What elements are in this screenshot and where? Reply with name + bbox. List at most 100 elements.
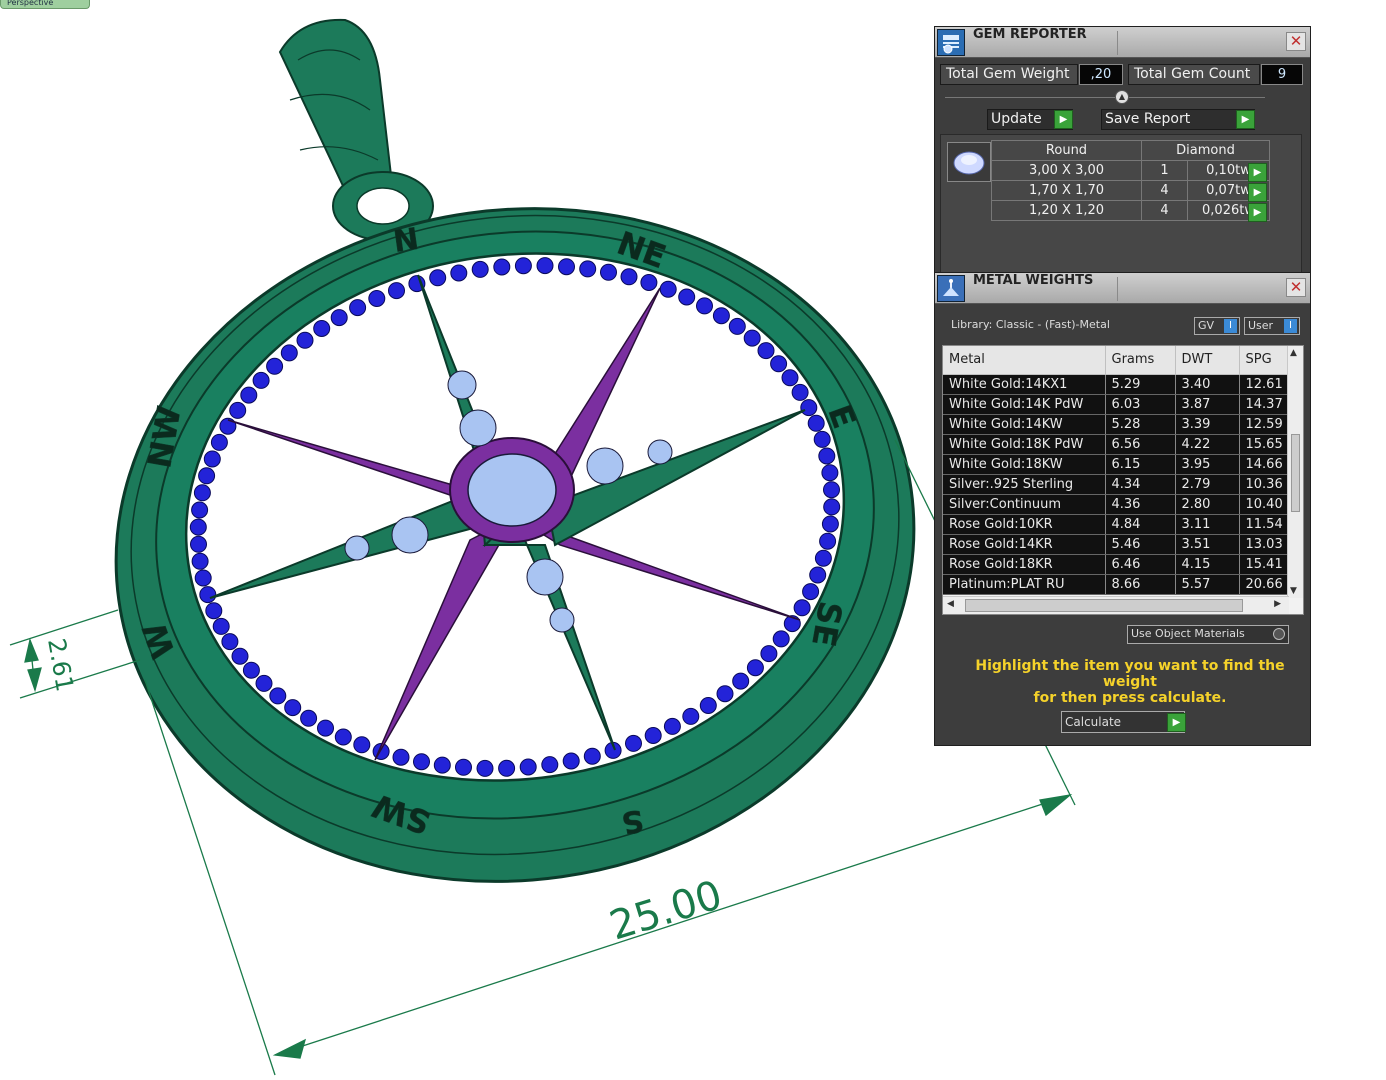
- rim-stone: [252, 371, 270, 389]
- hint-line-2: for then press calculate.: [1033, 690, 1227, 706]
- metal-row[interactable]: Platinum:PLAT RU 8.66 5.57 20.66: [943, 574, 1290, 595]
- col-spg[interactable]: SPG: [1239, 346, 1290, 375]
- metal-dwt: 3.39: [1175, 414, 1240, 435]
- metal-name: Rose Gold:10KR: [943, 514, 1106, 535]
- rim-stone: [498, 759, 516, 777]
- rim-stone: [221, 633, 239, 651]
- rim-stone: [678, 288, 696, 306]
- gv-toggle[interactable]: GV I: [1194, 317, 1240, 335]
- rim-stone: [194, 569, 212, 587]
- rim-stone: [368, 290, 386, 307]
- rim-stone: [210, 433, 228, 451]
- metal-dwt: 3.95: [1175, 454, 1240, 475]
- rim-stone: [716, 685, 734, 703]
- gem-reporter-panel: GEM REPORTER ✕ Total Gem Weight ,20 Tota…: [934, 26, 1311, 276]
- metal-row[interactable]: White Gold:14K PdW 6.03 3.87 14.37: [943, 394, 1290, 415]
- vertical-scrollbar[interactable]: ▲ ▼: [1287, 346, 1303, 598]
- gem-reporter-titlebar[interactable]: GEM REPORTER ✕: [935, 27, 1310, 58]
- gem-col-shape: Round: [991, 140, 1142, 161]
- metal-row[interactable]: Rose Gold:14KR 5.46 3.51 13.03: [943, 534, 1290, 555]
- bail: [278, 18, 434, 241]
- metal-dwt: 3.51: [1175, 534, 1240, 555]
- rim-stone: [229, 401, 247, 419]
- save-report-button[interactable]: Save Report: [1101, 109, 1255, 130]
- rim-stone: [781, 369, 799, 387]
- rim-stone: [203, 450, 221, 468]
- rim-stone: [625, 734, 642, 752]
- metal-dwt: 2.79: [1175, 474, 1240, 495]
- close-icon[interactable]: ✕: [1286, 32, 1306, 51]
- metal-row[interactable]: White Gold:14KX1 5.29 3.40 12.61: [943, 374, 1290, 395]
- gem-row[interactable]: 1,20 X 1,20 4 0,026tw: [991, 200, 1270, 221]
- scroll-right-icon[interactable]: ▶: [1274, 599, 1281, 609]
- metal-row[interactable]: White Gold:14KW 5.28 3.39 12.59: [943, 414, 1290, 435]
- rim-stone: [712, 307, 730, 325]
- metal-row[interactable]: Rose Gold:10KR 4.84 3.11 11.54: [943, 514, 1290, 535]
- metal-grams: 4.84: [1105, 514, 1176, 535]
- horizontal-scrollbar[interactable]: ◀ ▶: [943, 596, 1289, 614]
- hint-line-1: Highlight the item you want to find the …: [975, 658, 1285, 690]
- metal-grams: 8.66: [1105, 574, 1176, 595]
- rim-stone: [353, 736, 371, 754]
- save-report-play-icon[interactable]: ▶: [1236, 110, 1255, 129]
- rim-stone: [429, 269, 447, 287]
- metal-row[interactable]: White Gold:18KW 6.15 3.95 14.66: [943, 454, 1290, 475]
- rim-stone: [699, 697, 717, 714]
- title-separator: [1117, 31, 1118, 55]
- metal-row[interactable]: White Gold:18K PdW 6.56 4.22 15.65: [943, 434, 1290, 455]
- scroll-thumb[interactable]: [1291, 434, 1300, 512]
- gem-row-play-icon[interactable]: ▶: [1248, 203, 1267, 222]
- metal-dwt: 3.40: [1175, 374, 1240, 395]
- dimension-rim-label: 2.61: [42, 636, 79, 693]
- col-metal[interactable]: Metal: [943, 346, 1106, 375]
- scroll-down-icon[interactable]: ▼: [1290, 586, 1297, 596]
- gem-row[interactable]: 3,00 X 3,00 1 0,10tw: [991, 160, 1270, 181]
- metal-table-container[interactable]: Metal Grams DWT SPG White Gold:14KX1 5.29…: [942, 345, 1304, 615]
- gem-col-material: Diamond: [1141, 140, 1270, 161]
- gem-row[interactable]: 1,70 X 1,70 4 0,07tw: [991, 180, 1270, 201]
- col-dwt[interactable]: DWT: [1175, 346, 1240, 375]
- metal-weights-title: METAL WEIGHTS: [973, 273, 1094, 288]
- metal-spg: 13.03: [1239, 534, 1290, 555]
- rim-stone: [519, 758, 537, 776]
- col-grams[interactable]: Grams: [1105, 346, 1176, 375]
- close-icon[interactable]: ✕: [1286, 278, 1306, 297]
- rim-stone: [558, 258, 575, 276]
- gem-size: 1,70 X 1,70: [991, 180, 1142, 201]
- rim-stone: [772, 630, 790, 648]
- title-separator: [1117, 277, 1118, 301]
- rim-stone: [823, 498, 841, 516]
- rim-stone: [823, 481, 840, 499]
- rim-stone: [757, 342, 775, 360]
- hscroll-thumb[interactable]: [965, 599, 1243, 612]
- user-toggle[interactable]: User I: [1244, 317, 1300, 335]
- rim-stone: [198, 467, 216, 485]
- rim-stone: [813, 430, 831, 448]
- metal-weights-titlebar[interactable]: METAL WEIGHTS ✕: [935, 273, 1310, 304]
- rim-stone: [640, 274, 658, 291]
- rim-stone: [814, 549, 832, 567]
- scroll-up-icon[interactable]: ▲: [1290, 348, 1297, 358]
- gem-count: 4: [1141, 200, 1188, 221]
- use-object-materials-toggle[interactable]: Use Object Materials: [1127, 625, 1289, 644]
- metal-row[interactable]: Rose Gold:18KR 6.46 4.15 15.41: [943, 554, 1290, 575]
- metal-table: Metal Grams DWT SPG White Gold:14KX1 5.29…: [943, 346, 1290, 595]
- metal-row[interactable]: Silver:Continuum 4.36 2.80 10.40: [943, 494, 1290, 515]
- metal-row[interactable]: Silver:.925 Sterling 4.34 2.79 10.36: [943, 474, 1290, 495]
- rim-stone: [191, 552, 209, 570]
- rim-stone: [579, 260, 597, 278]
- gem-row-play-icon[interactable]: ▶: [1248, 183, 1267, 202]
- calculate-play-icon[interactable]: ▶: [1167, 713, 1186, 732]
- metal-spg: 12.61: [1239, 374, 1290, 395]
- rim-stone: [388, 282, 405, 300]
- metal-dwt: 5.57: [1175, 574, 1240, 595]
- splitter-knob[interactable]: ▲: [1115, 90, 1129, 104]
- gem-row-play-icon[interactable]: ▶: [1248, 163, 1267, 182]
- metal-name: Silver:Continuum: [943, 494, 1106, 515]
- update-play-icon[interactable]: ▶: [1054, 110, 1073, 129]
- rim-stone: [190, 535, 207, 553]
- scroll-left-icon[interactable]: ◀: [947, 599, 954, 609]
- splitter-handle[interactable]: [945, 97, 1265, 98]
- rim-stone: [818, 447, 836, 465]
- rim-stone: [536, 257, 554, 275]
